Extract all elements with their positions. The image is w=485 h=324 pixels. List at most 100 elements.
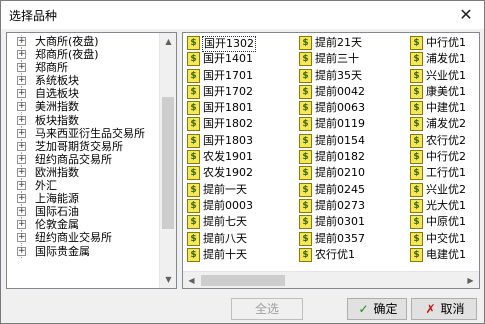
list-item-label: 浦发优2 <box>426 117 466 131</box>
list-item-label: 提前十天 <box>203 247 247 261</box>
tree-item-label: 欧洲指数 <box>35 165 79 179</box>
tree-items: + 大商所(夜盘) + 郑商所(夜盘) + 郑商所 + 系统板块 + 自选板块 + 美洲指数 + 板块指数… <box>7 35 159 258</box>
coin-icon: $ <box>410 52 423 67</box>
list-item-label: 农发1902 <box>203 166 253 180</box>
coin-icon: $ <box>299 215 312 230</box>
expand-icon[interactable]: + <box>17 89 26 99</box>
scroll-thumb[interactable] <box>201 275 285 286</box>
coin-icon: $ <box>410 247 423 262</box>
expand-icon[interactable]: + <box>17 63 26 73</box>
tree-item[interactable]: + 伦敦金属 <box>7 218 159 232</box>
coin-icon: $ <box>187 52 200 67</box>
tree-item[interactable]: + 自选板块 <box>7 87 159 101</box>
list-item-label: 农行优1 <box>315 247 355 261</box>
tree-item[interactable]: + 板块指数 <box>7 113 159 127</box>
list-item-label: 光大优1 <box>426 198 466 212</box>
list-horizontal-scrollbar[interactable]: ◀ ▶ <box>183 271 479 288</box>
coin-icon: $ <box>410 101 423 116</box>
coin-icon: $ <box>299 101 312 116</box>
coin-icon: $ <box>410 231 423 246</box>
expand-icon[interactable]: + <box>17 220 26 230</box>
tree-item-label: 国际石油 <box>35 205 79 219</box>
expand-icon[interactable]: + <box>17 194 26 204</box>
coin-icon: $ <box>410 182 423 197</box>
cancel-button[interactable]: ✗ 取消 <box>411 298 477 320</box>
ok-button[interactable]: ✓ 确定 <box>347 298 407 320</box>
expand-icon[interactable]: + <box>17 37 26 46</box>
tree-item-label: 郑商所 <box>35 61 68 75</box>
tree-item[interactable]: + 马来西亚衍生品交易所 <box>7 126 159 140</box>
expand-icon[interactable]: + <box>17 50 26 60</box>
coin-icon: $ <box>299 182 312 197</box>
tree-item[interactable]: + 系统板块 <box>7 74 159 88</box>
list-item-label: 康美优1 <box>426 84 466 98</box>
list-item-label: 提前一天 <box>203 182 247 196</box>
list-item-label: 提前0119 <box>315 117 365 131</box>
list-item-label: 浦发优1 <box>426 52 466 66</box>
expand-icon[interactable]: + <box>17 246 26 256</box>
tree-item[interactable]: + 纽约商品交易所 <box>7 152 159 166</box>
expand-icon[interactable]: + <box>17 233 26 243</box>
cancel-label: 取消 <box>440 302 465 316</box>
tree-item-label: 纽约商业交易所 <box>35 231 112 245</box>
list-item-label: 兴业优1 <box>426 68 466 82</box>
tree-item[interactable]: + 大商所(夜盘) <box>7 35 159 48</box>
list-item-label: 国开1801 <box>203 101 253 115</box>
coin-icon: $ <box>410 36 423 50</box>
coin-icon: $ <box>187 133 200 148</box>
coin-icon: $ <box>299 84 312 99</box>
expand-icon[interactable]: + <box>17 115 26 125</box>
list-item-label: 国开1701 <box>203 68 253 82</box>
expand-icon[interactable]: + <box>17 181 26 191</box>
list-item-label: 提前0210 <box>315 166 365 180</box>
tree-item[interactable]: + 国际石油 <box>7 205 159 219</box>
list-item-label: 中行优2 <box>426 150 466 164</box>
tree-item[interactable]: + 郑商所(夜盘) <box>7 48 159 62</box>
coin-icon: $ <box>299 36 312 50</box>
expand-icon[interactable]: + <box>17 154 26 164</box>
close-icon[interactable]: ✕ <box>456 5 476 25</box>
coin-icon: $ <box>410 198 423 213</box>
tree-item[interactable]: + 美洲指数 <box>7 100 159 114</box>
list-item-label: 中原优1 <box>426 215 466 229</box>
tree-item[interactable]: + 欧洲指数 <box>7 165 159 179</box>
tree-item-label: 系统板块 <box>35 74 79 88</box>
coin-icon: $ <box>410 68 423 83</box>
list-item-label: 提前三十 <box>315 52 359 66</box>
tree-item[interactable]: + 纽约商业交易所 <box>7 231 159 245</box>
list-item-label: 提前35天 <box>315 68 362 82</box>
tree-item[interactable]: + 郑商所 <box>7 61 159 75</box>
tree-item-label: 纽约商品交易所 <box>35 152 112 166</box>
list-item-label: 提前0273 <box>315 198 365 212</box>
expand-icon[interactable]: + <box>17 141 26 151</box>
coin-icon: $ <box>410 133 423 148</box>
tree-item[interactable]: + 外汇 <box>7 179 159 193</box>
tree-item[interactable]: + 芝加哥期货交易所 <box>7 139 159 153</box>
scroll-down-icon[interactable]: ▼ <box>160 271 176 288</box>
list-item-label: 农行优2 <box>426 133 466 147</box>
list-item-label: 提前0063 <box>315 101 365 115</box>
scroll-up-icon[interactable]: ▲ <box>160 33 176 50</box>
expand-icon[interactable]: + <box>17 207 26 217</box>
list-item-label: 提前0003 <box>203 198 253 212</box>
ok-label: 确定 <box>373 302 398 316</box>
tree-item[interactable]: + 上海能源 <box>7 192 159 206</box>
select-all-button[interactable]: 全选 <box>231 298 303 320</box>
coin-icon: $ <box>187 150 200 165</box>
expand-icon[interactable]: + <box>17 76 26 86</box>
coin-icon: $ <box>299 133 312 148</box>
list-item-label: 工行优1 <box>426 166 466 180</box>
tree-item-label: 上海能源 <box>35 192 79 206</box>
tree-item[interactable]: + 国际贵金属 <box>7 244 159 258</box>
expand-icon[interactable]: + <box>17 167 26 177</box>
scroll-left-icon[interactable]: ◀ <box>183 272 200 288</box>
category-tree: + 大商所(夜盘) + 郑商所(夜盘) + 郑商所 + 系统板块 + 自选板块 + 美洲指数 + 板块指数… <box>6 32 177 289</box>
scroll-right-icon[interactable]: ▶ <box>462 272 479 288</box>
expand-icon[interactable]: + <box>17 128 26 138</box>
list-item-label: 中行优1 <box>426 36 466 49</box>
tree-vertical-scrollbar[interactable]: ▲ ▼ <box>159 33 176 288</box>
list-item-label: 提前0245 <box>315 182 365 196</box>
scroll-thumb[interactable] <box>162 97 174 229</box>
tree-item-label: 大商所(夜盘) <box>35 35 99 48</box>
expand-icon[interactable]: + <box>17 102 26 112</box>
